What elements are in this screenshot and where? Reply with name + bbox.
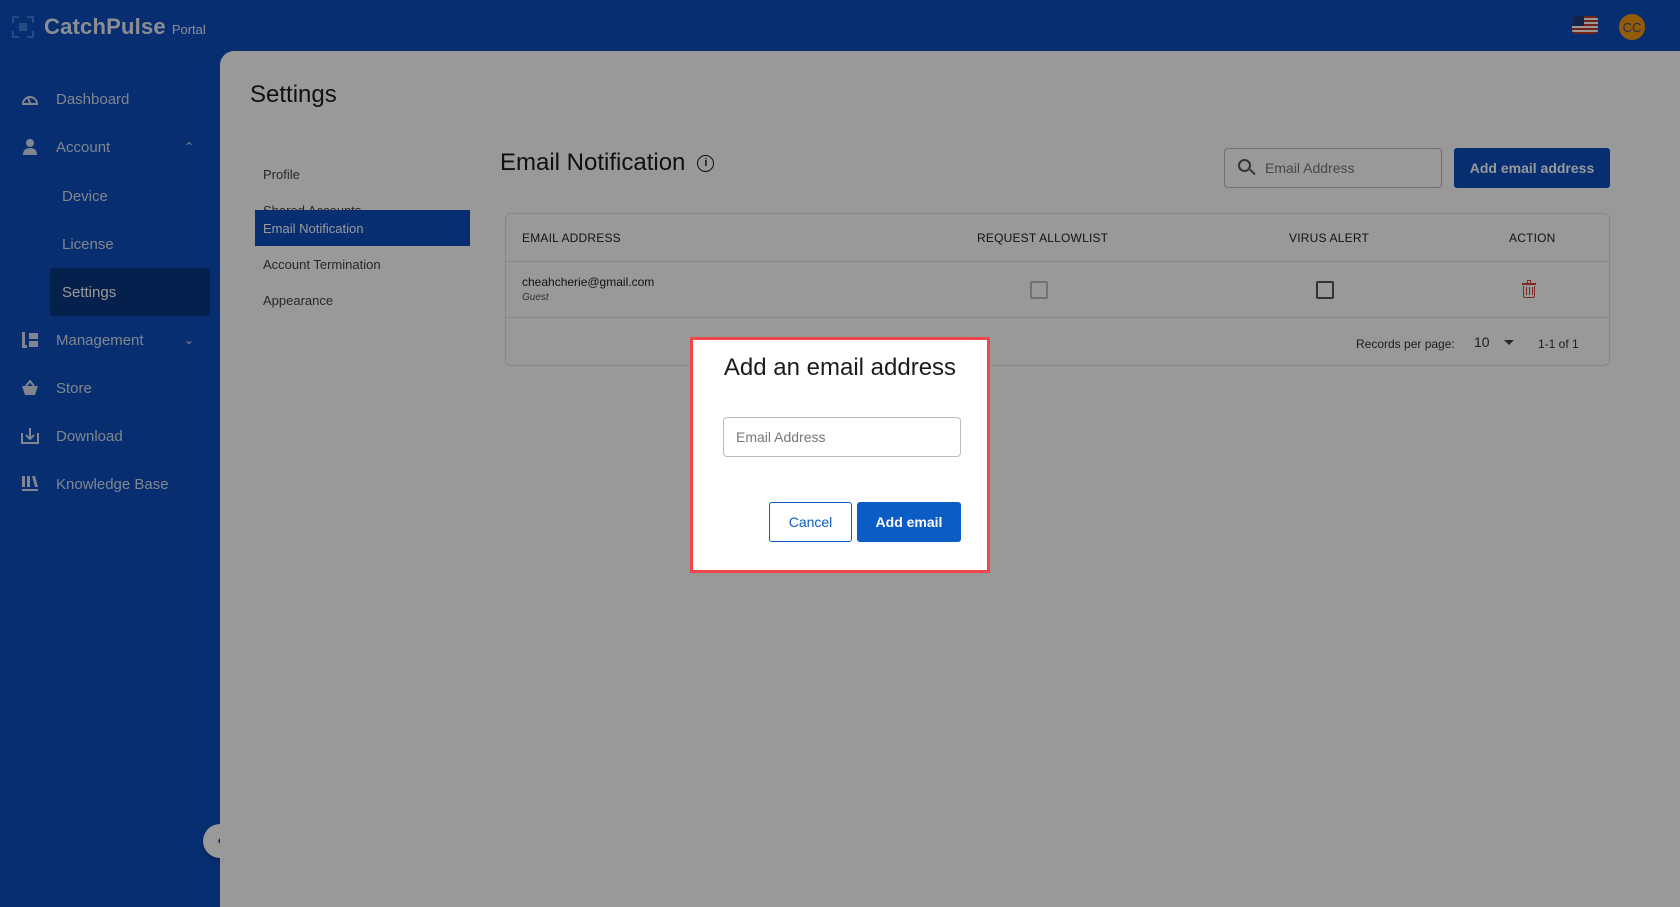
add-email-button[interactable]: Add email bbox=[857, 502, 961, 542]
cancel-button[interactable]: Cancel bbox=[769, 502, 852, 542]
email-address-input[interactable] bbox=[723, 417, 961, 457]
add-email-dialog: Add an email address Cancel Add email bbox=[690, 337, 990, 573]
dialog-title: Add an email address bbox=[723, 354, 957, 381]
